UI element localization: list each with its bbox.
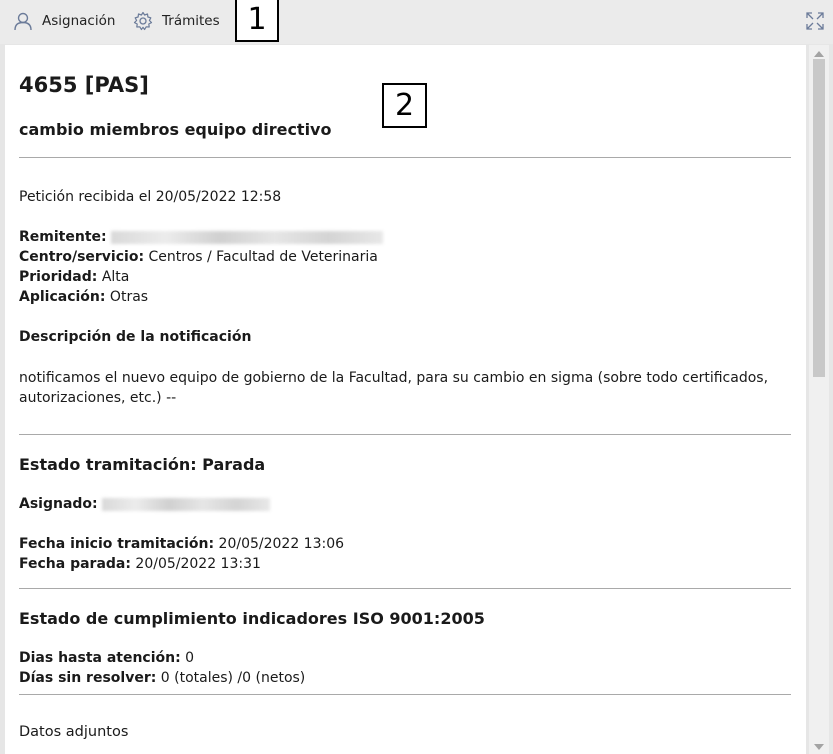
received-text: Petición recibida el 20/05/2022 12:58 — [19, 189, 282, 205]
inicio-value: 20/05/2022 13:06 — [214, 536, 345, 552]
remitente-row: Remitente: — [19, 227, 383, 247]
dias-sin-label: Días sin resolver: — [19, 670, 157, 686]
dias-atencion-row: Dias hasta atención: 0 — [19, 648, 194, 668]
ticket-detail-panel: 4655 [PAS] cambio miembros equipo direct… — [5, 45, 806, 754]
redacted-asignado — [101, 497, 270, 511]
dias-atencion-label: Dias hasta atención: — [19, 650, 181, 666]
expand-icon[interactable] — [806, 12, 824, 30]
asignado-label: Asignado: — [19, 496, 98, 512]
user-icon — [14, 12, 32, 31]
parada-label: Fecha parada: — [19, 556, 131, 572]
inicio-label: Fecha inicio tramitación: — [19, 536, 215, 552]
ticket-subject: cambio miembros equipo directivo — [19, 120, 332, 139]
prioridad-label: Prioridad: — [19, 269, 98, 285]
asignado-row: Asignado: — [19, 494, 270, 514]
scroll-up-arrow-icon[interactable] — [814, 51, 824, 57]
parada-value: 20/05/2022 13:31 — [130, 556, 261, 572]
toolbar: Asignación Trámites 1 — [0, 0, 833, 44]
marker-2: 2 — [382, 83, 427, 128]
vertical-scrollbar[interactable] — [809, 45, 829, 754]
estado-title: Estado tramitación: Parada — [19, 455, 266, 474]
aplicacion-label: Aplicación: — [19, 289, 106, 305]
redacted-remitente — [110, 230, 383, 244]
dias-atencion-value: 0 — [180, 650, 195, 666]
divider — [19, 694, 791, 695]
asignacion-label: Asignación — [42, 13, 116, 29]
parada-row: Fecha parada: 20/05/2022 13:31 — [19, 554, 261, 574]
dias-sin-row: Días sin resolver: 0 (totales) /0 (netos… — [19, 668, 305, 688]
adjuntos-title: Datos adjuntos — [19, 724, 129, 740]
inicio-row: Fecha inicio tramitación: 20/05/2022 13:… — [19, 534, 344, 554]
dias-sin-value: 0 (totales) /0 (netos) — [156, 670, 306, 686]
iso-title: Estado de cumplimiento indicadores ISO 9… — [19, 609, 485, 628]
tramites-label: Trámites — [162, 13, 220, 29]
centro-value: Centros / Facultad de Veterinaria — [144, 249, 378, 265]
divider — [19, 434, 791, 435]
asignacion-button[interactable]: Asignación — [13, 10, 115, 32]
scroll-thumb[interactable] — [813, 59, 825, 377]
prioridad-value: Alta — [97, 269, 130, 285]
divider — [19, 588, 791, 589]
descripcion-title: Descripción de la notificación — [19, 329, 252, 345]
prioridad-row: Prioridad: Alta — [19, 267, 129, 287]
descripcion-text: notificamos el nuevo equipo de gobierno … — [19, 370, 769, 406]
ticket-number: 4655 [PAS] — [19, 73, 149, 97]
gear-icon — [133, 11, 153, 31]
centro-row: Centro/servicio: Centros / Facultad de V… — [19, 247, 378, 267]
scroll-down-arrow-icon[interactable] — [814, 744, 824, 750]
aplicacion-row: Aplicación: Otras — [19, 287, 148, 307]
remitente-label: Remitente: — [19, 229, 107, 245]
tramites-button[interactable]: Trámites — [133, 10, 220, 32]
marker-1: 1 — [235, 0, 279, 42]
aplicacion-value: Otras — [105, 289, 149, 305]
divider — [19, 157, 791, 158]
centro-label: Centro/servicio: — [19, 249, 145, 265]
